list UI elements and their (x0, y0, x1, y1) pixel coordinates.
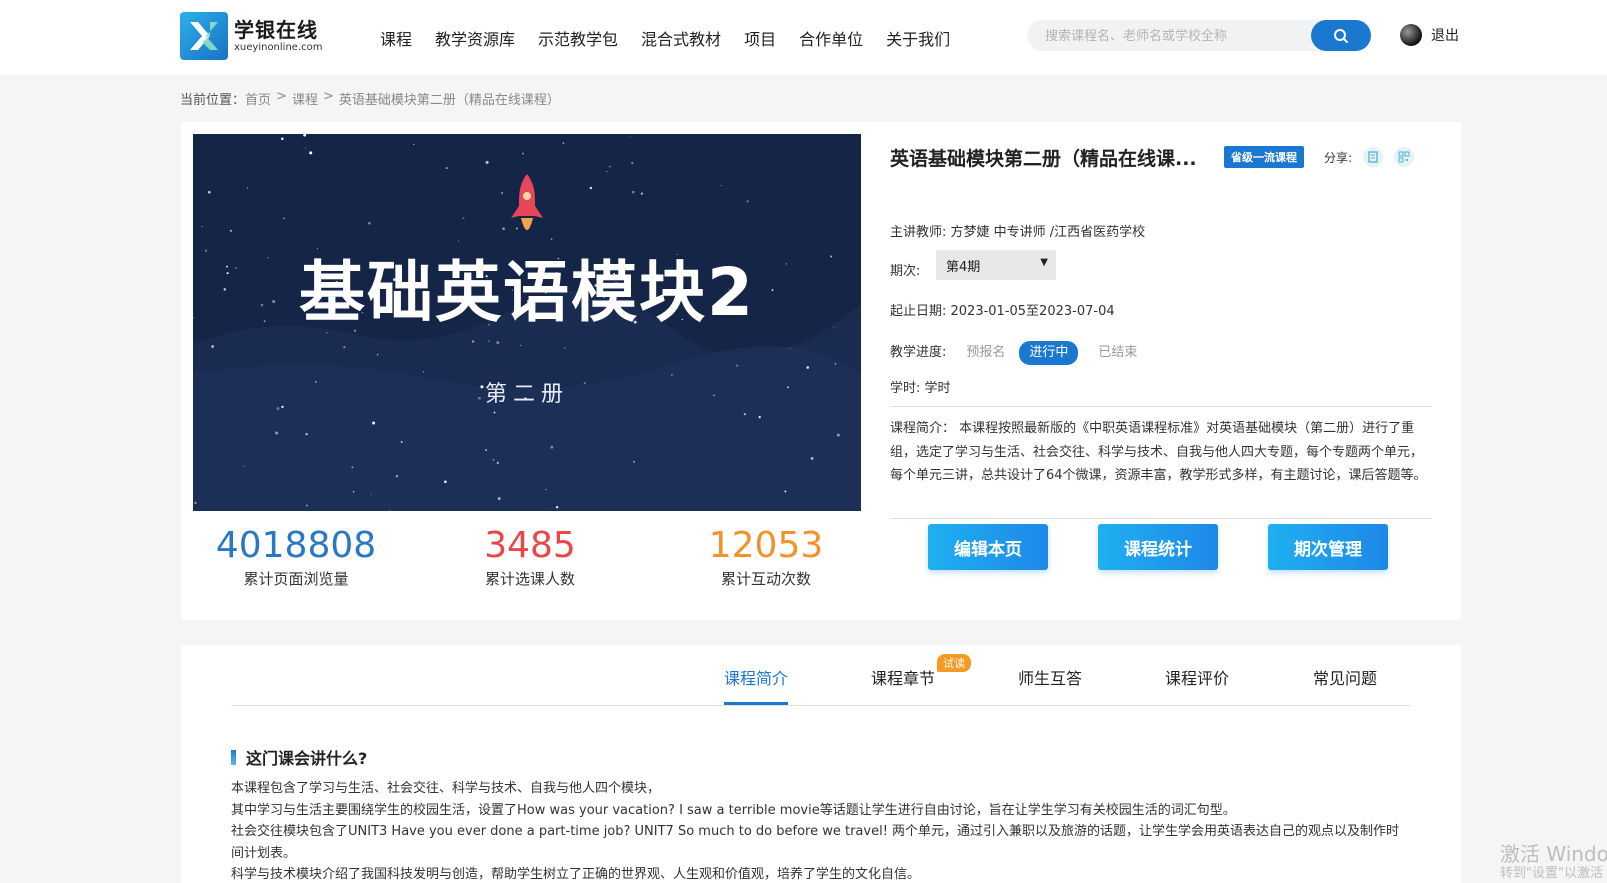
term-management-button[interactable]: 期次管理 (1268, 524, 1388, 570)
active-tab-indicator (724, 702, 788, 705)
credit-hours: 学时: 学时 (890, 381, 951, 396)
stat-label: 累计互动次数 (720, 570, 811, 588)
breadcrumb-current: 英语基础模块第二册（精品在线课程） (338, 93, 560, 108)
course-cover[interactable]: 基础英语模块2 第二册 (193, 134, 861, 511)
stats-row: 4018808 累计页面浏览量 3485 累计选课人数 12053 累计互动次数 (181, 524, 881, 594)
quality-badge: 省级一流课程 (1224, 146, 1304, 168)
term-select[interactable]: 第4期 ▼ (936, 250, 1056, 280)
search-input[interactable] (1045, 26, 1305, 46)
breadcrumb-label: 当前位置： (180, 93, 246, 108)
stat-value: 12053 (708, 525, 824, 566)
breadcrumb: 当前位置： 首页 > 课程 > 英语基础模块第二册（精品在线课程） (180, 89, 560, 108)
nav-about-us[interactable]: 关于我们 (886, 26, 950, 50)
search-button[interactable] (1311, 20, 1371, 51)
edit-page-button[interactable]: 编辑本页 (928, 524, 1048, 570)
user-area: 退出 (1400, 24, 1459, 46)
stat-value: 4018808 (215, 525, 377, 566)
detail-panel: 课程简介 课程章节 试读 师生互答 课程评价 常见问题 这门课会讲什么? 本课程… (181, 645, 1461, 883)
logo-domain: xueyinonline.com (234, 42, 323, 53)
section-body: 本课程包含了学习与生活、社会交往、科学与技术、自我与他人四个模块， 其中学习与生… (231, 778, 1411, 883)
tab-chapters[interactable]: 课程章节 (871, 665, 935, 689)
search-icon (1334, 28, 1348, 43)
tab-faq[interactable]: 常见问题 (1313, 665, 1377, 689)
site-logo[interactable]: 学银在线 xueyinonline.com (180, 12, 322, 60)
progress-row: 教学进度: 预报名 进行中 已结束 (890, 341, 1137, 365)
course-card: 基础英语模块2 第二册 4018808 累计页面浏览量 3485 累计选课人数 … (181, 122, 1461, 620)
body-line: 本课程包含了学习与生活、社会交往、科学与技术、自我与他人四个模块， (231, 781, 661, 796)
search-box (1027, 20, 1371, 51)
logout-link[interactable]: 退出 (1431, 25, 1459, 45)
share-label: 分享: (1324, 150, 1353, 165)
nav-demo-packages[interactable]: 示范教学包 (538, 26, 618, 50)
stat-value: 3485 (484, 525, 576, 566)
course-intro: 课程简介： 本课程按照最新版的《中职英语课程标准》对英语基础模块（第二册）进行了… (890, 421, 1427, 483)
chevron-down-icon: ▼ (1040, 257, 1048, 268)
date-range: 起止日期: 2023-01-05至2023-07-04 (890, 304, 1115, 319)
section-header: 这门课会讲什么? (231, 745, 367, 769)
tab-reviews[interactable]: 课程评价 (1165, 665, 1229, 689)
body-line: 其中学习与生活主要围绕学生的校园生活，设置了How was your vacat… (231, 802, 1236, 818)
term-label: 期次: (890, 264, 921, 279)
avatar[interactable] (1400, 24, 1422, 46)
stage-in-progress: 进行中 (1019, 341, 1079, 365)
course-info: 英语基础模块第二册（精品在线课... 省级一流课程 分享: 主讲教师: 方梦婕 … (890, 142, 1432, 519)
stage-finished: 已结束 (1098, 345, 1138, 360)
qrcode-icon[interactable] (1394, 147, 1415, 167)
divider (890, 518, 1432, 519)
breadcrumb-separator: > (276, 89, 287, 104)
progress-label: 教学进度: (890, 345, 947, 360)
title-row: 英语基础模块第二册（精品在线课... 省级一流课程 分享: (890, 142, 1432, 172)
stat-enrollments: 3485 累计选课人数 (410, 524, 650, 590)
breadcrumb-separator: > (322, 89, 334, 104)
tab-intro[interactable]: 课程简介 (724, 665, 788, 689)
cover-subtitle: 第二册 (484, 382, 569, 407)
logo-name: 学银在线 (234, 18, 318, 42)
stat-label: 累计选课人数 (484, 570, 575, 588)
divider (890, 406, 1432, 407)
trial-badge: 试读 (937, 654, 971, 672)
logo-icon (180, 12, 228, 60)
windows-activation-hint: 转到"设置"以激活 (1500, 866, 1603, 881)
rocket-icon (511, 174, 543, 230)
tab-qa[interactable]: 师生互答 (1018, 665, 1082, 689)
course-stats-button[interactable]: 课程统计 (1098, 524, 1218, 570)
tab-bar: 课程简介 课程章节 试读 师生互答 课程评价 常见问题 (231, 645, 1411, 706)
section-title: 这门课会讲什么? (246, 749, 368, 768)
top-header: 学银在线 xueyinonline.com 课程 教学资源库 示范教学包 混合式… (0, 0, 1607, 75)
cover-title: 基础英语模块2 (299, 254, 755, 331)
stat-page-views: 4018808 累计页面浏览量 (176, 524, 416, 590)
body-line: 社会交往模块包含了UNIT3 Have you ever done a part… (231, 824, 1400, 861)
breadcrumb-home[interactable]: 首页 (245, 89, 271, 108)
nav-partners[interactable]: 合作单位 (799, 26, 863, 50)
share-link-icon[interactable] (1363, 147, 1384, 167)
section-marker (231, 749, 236, 765)
course-title: 英语基础模块第二册（精品在线课... (890, 147, 1197, 170)
nav-projects[interactable]: 项目 (744, 26, 776, 50)
stage-preregister: 预报名 (966, 345, 1006, 360)
teacher-info: 主讲教师: 方梦婕 中专讲师 /江西省医药学校 (890, 225, 1146, 240)
nav-blended-textbooks[interactable]: 混合式教材 (641, 26, 721, 50)
stat-interactions: 12053 累计互动次数 (646, 524, 886, 590)
breadcrumb-courses[interactable]: 课程 (292, 89, 318, 108)
term-value: 第4期 (946, 260, 981, 275)
body-line: 科学与技术模块介绍了我国科技发明与创造，帮助学生树立了正确的世界观、人生观和价值… (231, 867, 921, 882)
nav-resource-library[interactable]: 教学资源库 (435, 26, 515, 50)
stat-label: 累计页面浏览量 (243, 570, 349, 588)
main-nav: 课程 教学资源库 示范教学包 混合式教材 项目 合作单位 关于我们 (380, 0, 973, 75)
nav-courses[interactable]: 课程 (380, 26, 412, 50)
